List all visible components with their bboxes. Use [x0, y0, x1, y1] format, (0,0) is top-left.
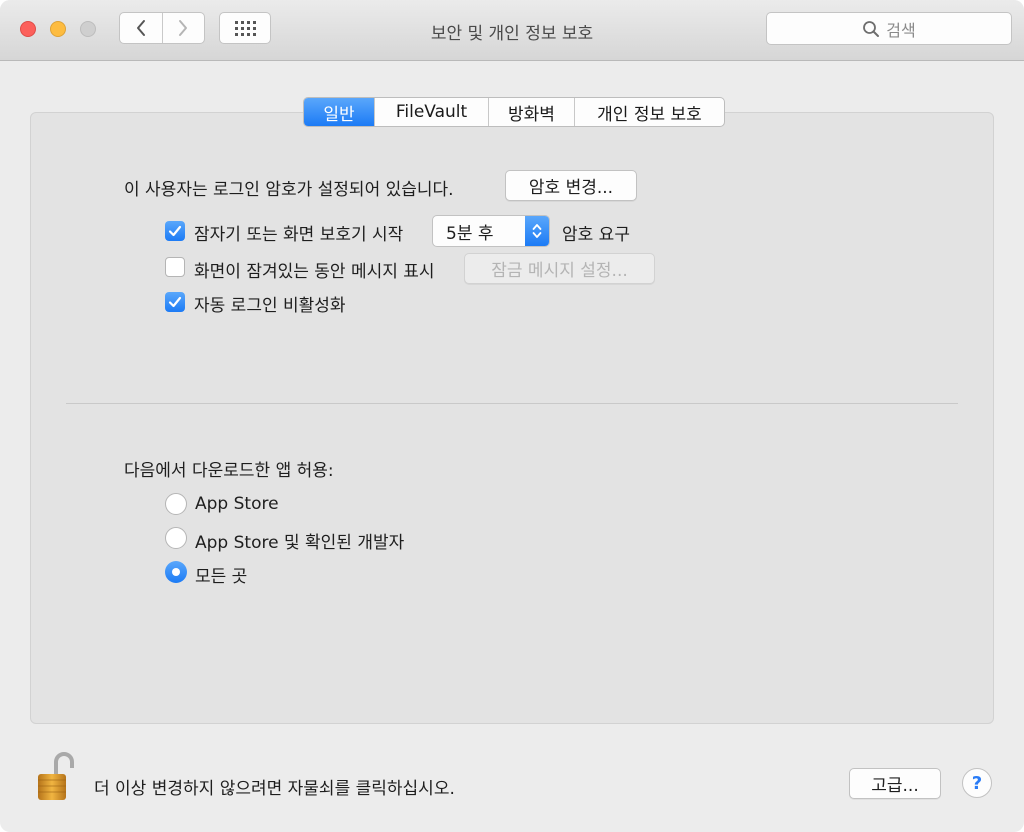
help-icon: ? [971, 772, 983, 794]
radio-anywhere[interactable] [165, 561, 187, 583]
change-password-button[interactable]: 암호 변경... [505, 170, 637, 201]
disable-auto-login-checkbox[interactable] [165, 292, 185, 312]
tab-firewall[interactable]: 방화벽 [488, 98, 574, 126]
title-bar: 보안 및 개인 정보 보호 검색 [0, 0, 1024, 61]
lock-instruction-text: 더 이상 변경하지 않으려면 자물쇠를 클릭하십시오. [94, 779, 455, 799]
require-password-label: 잠자기 또는 화면 보호기 시작 [194, 225, 404, 245]
password-delay-select[interactable]: 5분 후 [432, 215, 550, 247]
radio-anywhere-label: 모든 곳 [195, 567, 248, 587]
radio-app-store[interactable] [165, 493, 187, 515]
radio-app-store-label: App Store [195, 494, 279, 514]
radio-app-store-identified[interactable] [165, 527, 187, 549]
require-password-suffix: 암호 요구 [562, 225, 630, 245]
help-button[interactable]: ? [962, 768, 992, 798]
password-status-text: 이 사용자는 로그인 암호가 설정되어 있습니다. [124, 180, 454, 200]
tab-privacy[interactable]: 개인 정보 보호 [574, 98, 724, 126]
show-message-label: 화면이 잠겨있는 동안 메시지 표시 [194, 262, 435, 282]
tab-general[interactable]: 일반 [304, 98, 374, 126]
tab-bar: 일반 FileVault 방화벽 개인 정보 보호 [303, 97, 725, 127]
tab-filevault[interactable]: FileVault [374, 98, 488, 126]
show-message-checkbox[interactable] [165, 257, 185, 277]
section-divider [66, 403, 958, 404]
radio-app-store-identified-label: App Store 및 확인된 개발자 [195, 533, 405, 553]
set-lock-message-button[interactable]: 잠금 메시지 설정... [464, 253, 655, 284]
general-pane [30, 112, 994, 724]
search-field[interactable]: 검색 [766, 12, 1012, 45]
search-icon [863, 20, 880, 37]
disable-auto-login-label: 자동 로그인 비활성화 [194, 296, 346, 316]
search-placeholder: 검색 [886, 20, 916, 40]
require-password-checkbox[interactable] [165, 221, 185, 241]
checkmark-icon [168, 296, 182, 308]
unlocked-padlock-icon[interactable] [34, 750, 74, 802]
allow-apps-heading: 다음에서 다운로드한 앱 허용: [124, 461, 334, 481]
password-delay-value: 5분 후 [446, 223, 494, 244]
preferences-window: 보안 및 개인 정보 보호 검색 일반 FileVault 방화벽 개인 정보 … [0, 0, 1024, 832]
updown-arrows-icon [525, 216, 549, 246]
checkmark-icon [168, 225, 182, 237]
advanced-button[interactable]: 고급... [849, 768, 941, 799]
